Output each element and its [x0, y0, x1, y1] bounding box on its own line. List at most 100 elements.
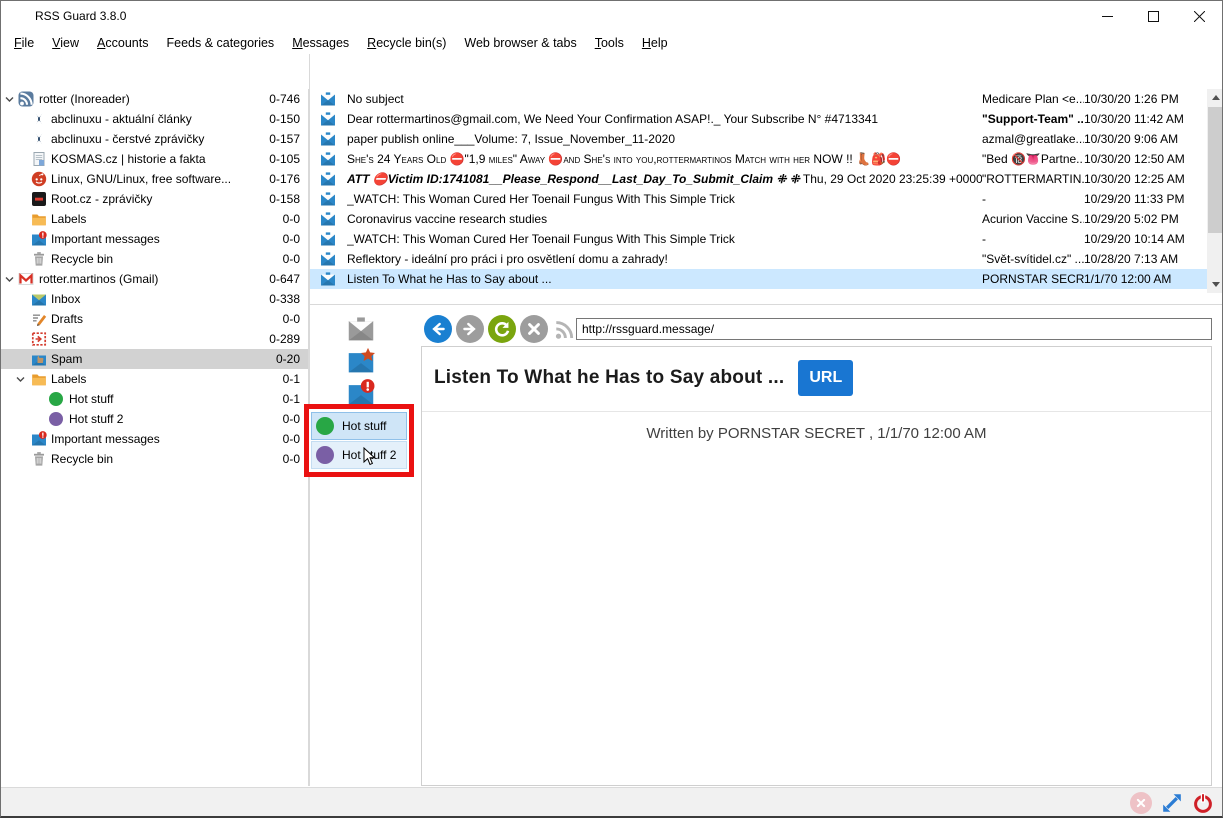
message-row[interactable]: _WATCH: This Woman Cured Her Toenail Fun… — [310, 189, 1223, 209]
message-row[interactable]: ATT ⛔Victim ID:1741081__Please_Respond__… — [310, 169, 1223, 189]
message-row[interactable]: Reflektory - ideální pro práci i pro osv… — [310, 249, 1223, 269]
feed-count: 0-105 — [269, 152, 300, 166]
message-sender: PORNSTAR SECR... — [982, 272, 1084, 286]
statusbar — [1, 787, 1222, 817]
feed-row-hot-stuff[interactable]: Hot stuff0-1 — [1, 389, 308, 409]
feed-row-important-messages[interactable]: Important messages0-0 — [1, 229, 308, 249]
feed-count: 0-157 — [269, 132, 300, 146]
menu-item-messages[interactable]: Messages — [283, 34, 358, 52]
mail-open-blue-icon — [310, 111, 347, 127]
feed-label: abclinuxu - aktuální články — [51, 112, 192, 126]
feed-row-linux-gnu-linux-free-software[interactable]: Linux, GNU/Linux, free software...0-176 — [1, 169, 308, 189]
feed-row-hot-stuff-2[interactable]: Hot stuff 20-0 — [1, 409, 308, 429]
url-input[interactable] — [576, 318, 1212, 340]
minimize-button[interactable] — [1084, 1, 1130, 31]
menu-item-help[interactable]: Help — [633, 34, 677, 52]
feed-count: 0-0 — [283, 412, 300, 426]
feed-row-rotter-inoreader[interactable]: rotter (Inoreader)0-746 — [1, 89, 308, 109]
menu-item-view[interactable]: View — [43, 34, 88, 52]
message-row[interactable]: Coronavirus vaccine research studiesAcur… — [310, 209, 1223, 229]
label-button-hot-stuff-2[interactable]: Hot stuff 2 — [311, 441, 407, 469]
rss-gray-button — [553, 319, 575, 341]
feed-row-labels[interactable]: Labels0-1 — [1, 369, 308, 389]
menu-item-feeds-categories[interactable]: Feeds & categories — [157, 34, 283, 52]
menu-item-tools[interactable]: Tools — [586, 34, 633, 52]
feed-count: 0-158 — [269, 192, 300, 206]
menu-item-file[interactable]: File — [5, 34, 43, 52]
message-date: 10/30/20 12:25 AM — [1084, 172, 1206, 186]
feed-row-spam[interactable]: Spam0-20 — [1, 349, 308, 369]
scroll-down-arrow[interactable] — [1207, 276, 1223, 293]
forward-button[interactable] — [456, 315, 484, 343]
folder-icon — [31, 211, 47, 227]
refresh-button[interactable] — [488, 315, 516, 343]
mail-open-blue-icon — [310, 211, 347, 227]
scrollbar-thumb[interactable] — [1208, 107, 1223, 233]
trash-icon — [31, 451, 47, 467]
feed-row-kosmas-cz-historie-a-fakta[interactable]: KOSMAS.cz | historie a fakta0-105 — [1, 149, 308, 169]
toolbar — [1, 54, 1222, 89]
message-row[interactable]: She's 24 Years Old ⛔"1,9 miles" Away ⛔an… — [310, 149, 1223, 169]
menubar: FileViewAccountsFeeds & categoriesMessag… — [1, 31, 1222, 54]
maximize-button[interactable] — [1130, 1, 1176, 31]
feed-label: Important messages — [51, 232, 160, 246]
app-window: RSS Guard 3.8.0 FileViewAccountsFeeds & … — [0, 0, 1223, 818]
feed-row-rotter-martinos-gmail[interactable]: rotter.martinos (Gmail) 0-647 — [1, 269, 308, 289]
message-row[interactable]: Dear rottermartinos@gmail.com, We Need Y… — [310, 109, 1223, 129]
feed-count: 0-0 — [283, 452, 300, 466]
message-row[interactable]: paper publish online___Volume: 7, Issue_… — [310, 129, 1223, 149]
message-row[interactable]: Listen To What he Has to Say about ...PO… — [310, 269, 1223, 289]
mail-open-blue-icon — [310, 251, 347, 267]
reddit-icon — [31, 171, 47, 187]
sent-icon — [31, 331, 47, 347]
feed-row-drafts[interactable]: Drafts0-0 — [1, 309, 308, 329]
feed-row-abclinuxu-aktu-ln-l-nky[interactable]: abclinuxu - aktuální články0-150 — [1, 109, 308, 129]
feed-label: Recycle bin — [51, 452, 113, 466]
feed-row-inbox[interactable]: Inbox0-338 — [1, 289, 308, 309]
message-sender: "Support-Team" ... — [982, 112, 1084, 126]
back-button[interactable] — [424, 315, 452, 343]
menu-item-recycle-bin-s[interactable]: Recycle bin(s) — [358, 34, 455, 52]
expander-chevron-icon[interactable] — [15, 374, 26, 388]
message-subject: _WATCH: This Woman Cured Her Toenail Fun… — [347, 232, 982, 246]
feed-row-labels[interactable]: Labels0-0 — [1, 209, 308, 229]
article-url-button[interactable]: URL — [798, 360, 853, 396]
expander-chevron-icon[interactable] — [4, 274, 15, 288]
message-subject: Dear rottermartinos@gmail.com, We Need Y… — [347, 112, 982, 126]
message-row[interactable]: No subjectMedicare Plan <e...10/30/20 1:… — [310, 89, 1223, 109]
feed-label: Linux, GNU/Linux, free software... — [51, 172, 231, 186]
feed-count: 0-1 — [283, 392, 300, 406]
feed-row-important-messages[interactable]: Important messages0-0 — [1, 429, 308, 449]
scroll-up-arrow[interactable] — [1207, 89, 1223, 106]
message-list-scrollbar[interactable] — [1207, 89, 1223, 293]
message-sender: - — [982, 192, 1084, 206]
message-date: 10/30/20 1:26 PM — [1084, 92, 1206, 106]
mouse-cursor — [363, 447, 377, 467]
stop-button[interactable] — [520, 315, 548, 343]
message-row[interactable]: _WATCH: This Woman Cured Her Toenail Fun… — [310, 229, 1223, 249]
close-disabled-icon — [1130, 792, 1152, 814]
message-sender: "ROTTERMARTIN... — [982, 172, 1084, 186]
mail-exclaim-icon — [31, 231, 47, 247]
feed-count: 0-647 — [269, 272, 300, 286]
feed-row-recycle-bin[interactable]: Recycle bin 0-0 — [1, 449, 308, 469]
expander-chevron-icon[interactable] — [4, 94, 15, 108]
feed-count: 0-0 — [283, 312, 300, 326]
fullscreen-icon[interactable] — [1161, 792, 1183, 814]
trash-icon — [31, 251, 47, 267]
power-icon[interactable] — [1192, 792, 1214, 814]
label-button-hot-stuff[interactable]: Hot stuff — [311, 412, 407, 440]
mail-open-gray-button[interactable] — [346, 314, 376, 344]
menu-item-web-browser-tabs[interactable]: Web browser & tabs — [455, 34, 585, 52]
feed-label: Labels — [51, 212, 86, 226]
close-button[interactable] — [1176, 1, 1222, 31]
mail-open-blue-icon — [310, 231, 347, 247]
feed-label: rotter.martinos (Gmail) — [39, 272, 158, 286]
feed-row-recycle-bin[interactable]: Recycle bin0-0 — [1, 249, 308, 269]
message-subject: paper publish online___Volume: 7, Issue_… — [347, 132, 982, 146]
feed-row-abclinuxu-erstv-zpr-vi-ky[interactable]: abclinuxu - čerstvé zprávičky0-157 — [1, 129, 308, 149]
feed-row-root-cz-zpr-vi-ky[interactable]: Root.cz - zprávičky0-158 — [1, 189, 308, 209]
feed-row-sent[interactable]: Sent0-289 — [1, 329, 308, 349]
menu-item-accounts[interactable]: Accounts — [88, 34, 157, 52]
mail-star-button[interactable] — [346, 346, 376, 376]
